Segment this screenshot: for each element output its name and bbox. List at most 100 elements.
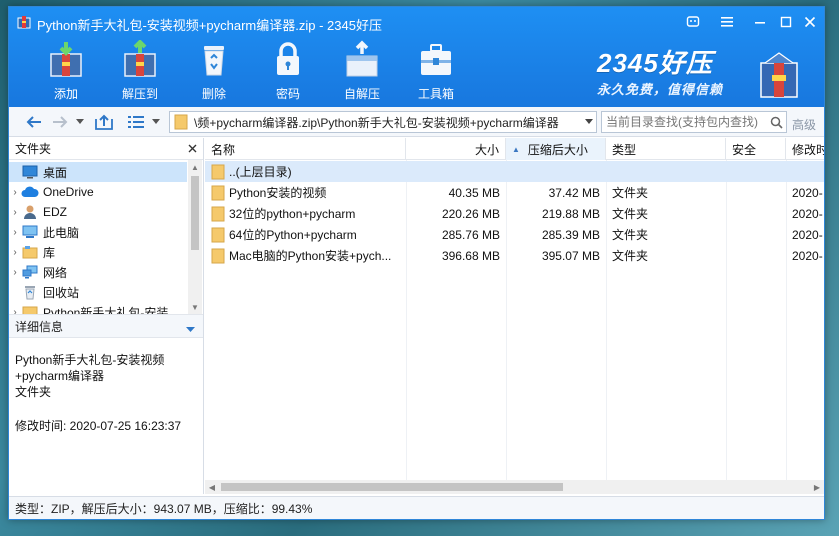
column-size[interactable]: 大小	[406, 138, 506, 160]
file-name: ..(上层目录)	[229, 165, 292, 179]
close-button[interactable]	[799, 12, 821, 32]
file-type: 文件夹	[612, 186, 649, 200]
table-row[interactable]: Mac电脑的Python安装+pych... 396.68 MB 395.07 …	[205, 245, 824, 266]
scroll-right-arrow[interactable]: ▶	[810, 480, 824, 494]
scroll-left-arrow[interactable]: ◀	[205, 480, 219, 494]
menu-button[interactable]	[716, 12, 738, 32]
file-security	[726, 161, 786, 182]
column-modified[interactable]: 修改时间	[786, 138, 824, 160]
minimize-button[interactable]	[749, 12, 771, 32]
search-icon	[770, 116, 783, 129]
table-row-parent-dir[interactable]: ..(上层目录)	[205, 161, 824, 182]
folder-icon	[211, 248, 225, 263]
column-packed-size[interactable]: ▲ 压缩后大小	[506, 138, 606, 160]
file-rows: ..(上层目录) Python安装的视频 40.35 MB 37.42 MB 文…	[205, 161, 824, 266]
add-button[interactable]: 添加	[29, 39, 103, 105]
delete-button[interactable]: 删除	[177, 39, 251, 105]
toolbox-button[interactable]: 工具箱	[399, 39, 473, 105]
search-button[interactable]	[766, 116, 786, 129]
tree-item-libraries[interactable]: › 库	[9, 242, 187, 262]
column-name[interactable]: 名称	[205, 138, 406, 160]
view-mode-dropdown[interactable]	[151, 112, 161, 132]
library-icon	[22, 246, 38, 259]
password-button[interactable]: 密码	[251, 39, 325, 105]
address-dropdown[interactable]	[582, 119, 596, 125]
computer-icon	[22, 225, 38, 238]
extract-to-icon	[124, 40, 156, 77]
folder-icon	[22, 306, 38, 314]
tree-item-onedrive[interactable]: › OneDrive	[9, 182, 187, 202]
file-list-horizontal-scrollbar[interactable]: ◀ ▶	[205, 480, 824, 494]
main-toolbar: 添加 解压到 删除 密码 自解压 工具箱	[29, 39, 473, 105]
details-panel-header[interactable]: 详细信息	[9, 314, 203, 338]
tree-expander[interactable]: ›	[9, 227, 21, 238]
app-logo-icon	[17, 16, 31, 29]
chevron-down-icon	[186, 327, 195, 332]
table-row[interactable]: 64位的Python+pycharm 285.76 MB 285.39 MB 文…	[205, 224, 824, 245]
tree-expander[interactable]: ›	[9, 307, 21, 315]
tree-expander[interactable]: ›	[9, 207, 21, 218]
details-name-line-2: +pycharm编译器	[15, 369, 105, 383]
file-security	[726, 224, 786, 245]
tree-expander[interactable]: ›	[9, 247, 21, 258]
file-modified	[786, 161, 824, 182]
history-dropdown[interactable]	[75, 112, 85, 132]
forward-button[interactable]	[49, 112, 71, 132]
tree-item-desktop[interactable]: 桌面	[9, 162, 187, 182]
folder-icon	[211, 206, 225, 221]
column-type[interactable]: 类型	[606, 138, 726, 160]
title-bar[interactable]: Python新手大礼包-安装视频+pycharm编译器.zip - 2345好压	[9, 7, 824, 37]
up-level-button[interactable]	[93, 112, 115, 132]
palette-icon	[686, 16, 700, 27]
file-security	[726, 182, 786, 203]
view-mode-button[interactable]	[125, 112, 147, 132]
advanced-search-link[interactable]: 高级	[792, 116, 816, 133]
folder-tree: 桌面 › OneDrive › EDZ › 此电脑 › 库 › 网络 回收站 ›…	[9, 160, 203, 314]
scrollbar-thumb[interactable]	[221, 483, 563, 491]
self-extract-button[interactable]: 自解压	[325, 39, 399, 105]
scrollbar-thumb[interactable]	[191, 176, 199, 250]
tree-item-recycle-bin[interactable]: 回收站	[9, 282, 187, 302]
header-band: Python新手大礼包-安装视频+pycharm编译器.zip - 2345好压	[9, 7, 824, 107]
onedrive-cloud-icon	[21, 186, 39, 197]
table-row[interactable]: Python安装的视频 40.35 MB 37.42 MB 文件夹 2020-	[205, 182, 824, 203]
skin-button[interactable]	[682, 12, 704, 32]
extract-to-button[interactable]: 解压到	[103, 39, 177, 105]
chevron-down-icon	[585, 119, 593, 124]
tree-item-network[interactable]: › 网络	[9, 262, 187, 282]
folder-icon	[211, 164, 225, 179]
tree-item-this-pc[interactable]: › 此电脑	[9, 222, 187, 242]
folder-tree-scrollbar[interactable]: ▲ ▼	[188, 160, 202, 314]
tree-expander[interactable]: ›	[9, 267, 21, 278]
column-security[interactable]: 安全	[726, 138, 786, 160]
scroll-down-arrow[interactable]: ▼	[188, 300, 202, 314]
folder-icon	[211, 227, 225, 242]
tree-item-label: 此电脑	[43, 225, 80, 240]
tree-expander[interactable]: ›	[9, 187, 21, 198]
tree-item-archive-folder[interactable]: › Python新手大礼包-安装	[9, 302, 187, 314]
brand-logo-icon	[760, 52, 798, 98]
tree-item-label: 库	[43, 245, 56, 260]
file-type: 文件夹	[612, 249, 649, 263]
details-type: 文件夹	[15, 385, 52, 399]
extract-to-label: 解压到	[121, 87, 158, 101]
add-archive-icon	[50, 42, 82, 77]
file-name: Mac电脑的Python安装+pych...	[229, 249, 392, 263]
add-label: 添加	[53, 87, 78, 101]
file-name: 64位的Python+pycharm	[229, 228, 357, 242]
tree-item-edz[interactable]: › EDZ	[9, 202, 187, 222]
details-collapse-toggle[interactable]	[186, 322, 195, 336]
close-folders-panel-button[interactable]	[188, 141, 197, 156]
file-size	[406, 161, 506, 182]
search-input[interactable]	[602, 115, 766, 129]
address-bar[interactable]: \频+pycharm编译器.zip\Python新手大礼包-安装视频+pycha…	[169, 111, 597, 133]
search-box[interactable]	[601, 111, 787, 133]
maximize-button[interactable]	[775, 12, 797, 32]
file-type: 文件夹	[612, 207, 649, 221]
scroll-up-arrow[interactable]: ▲	[188, 160, 202, 174]
back-button[interactable]	[23, 112, 45, 132]
file-name: 32位的python+pycharm	[229, 207, 356, 221]
file-security	[726, 245, 786, 266]
file-packed-size: 219.88 MB	[541, 206, 600, 221]
table-row[interactable]: 32位的python+pycharm 220.26 MB 219.88 MB 文…	[205, 203, 824, 224]
